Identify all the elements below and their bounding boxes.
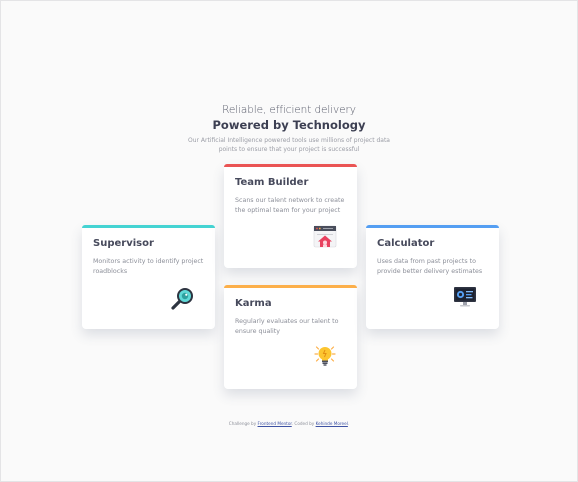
card-description: Regularly evaluates our talent to ensure… (235, 318, 339, 335)
card-title: Karma (235, 298, 272, 309)
page-title: Powered by Technology (212, 118, 366, 132)
page-intro: Our Artificial Intelligence powered tool… (187, 137, 390, 153)
card-description: Monitors activity to identify project ro… (93, 258, 204, 275)
magnifier-icon (171, 288, 193, 310)
card-accent-bar (224, 285, 357, 288)
frontend-mentor-link[interactable]: Frontend Mentor (258, 421, 292, 426)
card-team-builder: Team Builder Scans our talent network to… (224, 164, 357, 268)
card-calculator: Calculator Uses data from past projects … (366, 225, 499, 329)
card-karma: Karma Regularly evaluates our talent to … (224, 285, 357, 389)
author-link[interactable]: Kehinde Moreel (316, 421, 348, 426)
card-accent-bar (366, 225, 499, 228)
monitor-icon (454, 287, 476, 307)
attribution-footer: Challenge by Frontend Mentor. Coded by K… (0, 421, 578, 426)
card-supervisor: Supervisor Monitors activity to identify… (82, 225, 215, 329)
footer-prefix: Challenge by (228, 421, 257, 426)
card-title: Calculator (377, 238, 435, 249)
footer-middle: . Coded by (291, 421, 315, 426)
card-accent-bar (224, 164, 357, 167)
card-accent-bar (82, 225, 215, 228)
card-description: Uses data from past projects to provide … (377, 258, 483, 275)
card-title: Team Builder (235, 177, 309, 188)
page-subtitle: Reliable, efficient delivery (222, 104, 356, 116)
card-title: Supervisor (93, 238, 154, 249)
team-builder-icon (313, 225, 337, 248)
card-description: Scans our talent network to create the o… (235, 197, 345, 214)
footer-suffix: . (347, 421, 350, 426)
lightbulb-icon (314, 346, 336, 366)
